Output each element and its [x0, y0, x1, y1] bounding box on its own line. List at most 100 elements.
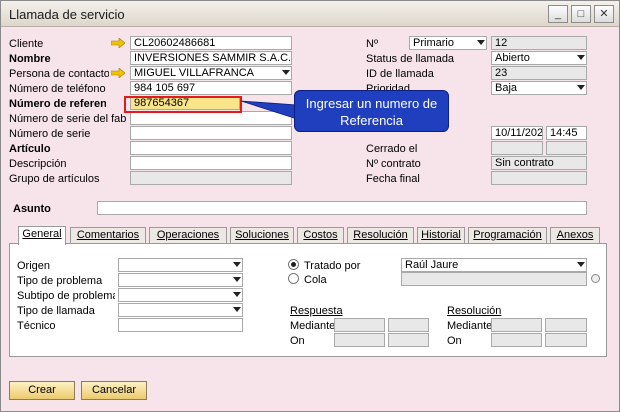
serie-fab-label: Número de serie del fabricante	[9, 113, 127, 125]
serie-label: Número de serie	[9, 128, 91, 140]
descripcion-label: Descripción	[9, 158, 67, 170]
tratado-dropdown[interactable]: Raúl Jaure	[401, 258, 587, 272]
chevron-down-icon	[477, 40, 485, 45]
callout-tooltip: Ingresar un numero de Referencia	[294, 90, 449, 132]
resolucion-label: Resolución	[447, 305, 502, 317]
fecha-field[interactable]: 10/11/2020	[491, 126, 543, 140]
tipo-problema-label: Tipo de problema	[17, 275, 103, 287]
grupo-field	[130, 171, 292, 185]
cliente-label: Cliente	[9, 38, 44, 50]
respuesta-on-hora	[388, 333, 429, 347]
hora-field[interactable]: 14:45	[546, 126, 587, 140]
origen-label: Origen	[17, 260, 51, 272]
tab-costos[interactable]: Costos	[297, 227, 344, 244]
link-arrow-icon[interactable]	[111, 38, 125, 48]
tipo-llamada-dropdown[interactable]	[118, 303, 243, 317]
close-button[interactable]: ✕	[594, 5, 614, 23]
prioridad-value: Baja	[495, 82, 518, 94]
respuesta-mediante-hora	[388, 318, 429, 332]
tecnico-label: Técnico	[17, 320, 56, 332]
chevron-down-icon	[577, 55, 585, 60]
resolucion-on-label: On	[447, 335, 462, 347]
window-title: Llamada de servicio	[9, 7, 125, 22]
contacto-label: Persona de contacto	[9, 68, 109, 80]
tratado-label: Tratado por	[304, 260, 361, 272]
cerrado-fecha-field	[491, 141, 543, 155]
series-value: Primario	[413, 37, 454, 49]
resolucion-on-fecha	[491, 333, 542, 347]
chevron-down-icon	[233, 277, 241, 282]
respuesta-on-label: On	[290, 335, 305, 347]
tipo-problema-dropdown[interactable]	[118, 273, 243, 287]
tab-resolucion[interactable]: Resolución	[347, 227, 414, 244]
respuesta-mediante-label: Mediante	[290, 320, 334, 332]
tab-soluciones[interactable]: Soluciones	[230, 227, 294, 244]
fecha-final-label: Fecha final	[366, 173, 420, 185]
service-call-window: Llamada de servicio _ □ ✕ Cliente CL2060…	[0, 0, 620, 412]
crear-button[interactable]: Crear	[9, 381, 75, 400]
asunto-label: Asunto	[13, 203, 51, 215]
chevron-down-icon	[233, 292, 241, 297]
subtipo-dropdown[interactable]	[118, 288, 243, 302]
cerrado-label: Cerrado el	[366, 143, 418, 155]
cola-field	[401, 272, 587, 286]
articulo-label: Artículo	[9, 143, 51, 155]
nombre-field[interactable]: INVERSIONES SAMMIR S.A.C.	[130, 51, 292, 65]
link-arrow-icon[interactable]	[111, 68, 125, 78]
cancelar-button[interactable]: Cancelar	[81, 381, 147, 400]
respuesta-on-fecha	[334, 333, 385, 347]
tab-operaciones[interactable]: Operaciones	[149, 227, 227, 244]
no-label: Nº	[366, 38, 378, 50]
serie-field[interactable]	[130, 126, 292, 140]
series-dropdown[interactable]: Primario	[409, 36, 487, 50]
nombre-label: Nombre	[9, 53, 51, 65]
resolucion-mediante-hora	[545, 318, 587, 332]
minimize-button[interactable]: _	[548, 5, 568, 23]
status-value: Abierto	[495, 52, 530, 64]
contrato-label: Nº contrato	[366, 158, 421, 170]
title-bar[interactable]: Llamada de servicio _ □ ✕	[1, 1, 619, 27]
maximize-button[interactable]: □	[571, 5, 591, 23]
fecha-final-field	[491, 171, 587, 185]
chevron-down-icon	[282, 70, 290, 75]
descripcion-field[interactable]	[130, 156, 292, 170]
resolucion-mediante-fecha	[491, 318, 542, 332]
tecnico-field[interactable]	[118, 318, 243, 332]
tab-historial[interactable]: Historial	[417, 227, 465, 244]
chevron-down-icon	[577, 262, 585, 267]
respuesta-mediante-fecha	[334, 318, 385, 332]
telefono-label: Número de teléfono	[9, 83, 106, 95]
grupo-label: Grupo de artículos	[9, 173, 100, 185]
chevron-down-icon	[233, 307, 241, 312]
chevron-down-icon	[233, 262, 241, 267]
status-dropdown[interactable]: Abierto	[491, 51, 587, 65]
subtipo-label: Subtipo de problema	[17, 290, 115, 302]
asunto-field[interactable]	[97, 201, 587, 215]
prioridad-dropdown[interactable]: Baja	[491, 81, 587, 95]
telefono-field[interactable]: 984 105 697	[130, 81, 292, 95]
status-label: Status de llamada	[366, 53, 455, 65]
tratado-value: Raúl Jaure	[405, 259, 459, 271]
cola-radio[interactable]	[288, 273, 299, 284]
callout-line-1: Ingresar un numero de	[305, 96, 438, 111]
cerrado-hora-field	[546, 141, 587, 155]
tab-anexos[interactable]: Anexos	[550, 227, 600, 244]
chevron-down-icon	[577, 85, 585, 90]
tratado-radio[interactable]	[288, 259, 299, 270]
id-label: ID de llamada	[366, 68, 434, 80]
list-icon[interactable]	[591, 274, 600, 283]
tab-programacion[interactable]: Programación	[468, 227, 547, 244]
tab-comentarios[interactable]: Comentarios	[70, 227, 146, 244]
contacto-dropdown[interactable]: MIGUEL VILLAFRANCA	[130, 66, 292, 80]
cliente-field[interactable]: CL20602486681	[130, 36, 292, 50]
id-field: 23	[491, 66, 587, 80]
respuesta-label: Respuesta	[290, 305, 343, 317]
articulo-field[interactable]	[130, 141, 292, 155]
origen-dropdown[interactable]	[118, 258, 243, 272]
callout-line-2: Referencia	[340, 113, 403, 128]
tab-general[interactable]: General	[18, 226, 66, 245]
highlight-box	[124, 96, 242, 113]
callout-pointer	[241, 100, 298, 120]
resolucion-on-hora	[545, 333, 587, 347]
contrato-field: Sin contrato	[491, 156, 587, 170]
